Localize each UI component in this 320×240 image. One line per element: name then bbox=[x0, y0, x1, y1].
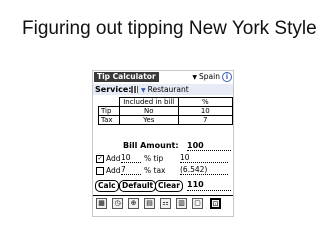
add-tax-row: Add 7 % tax (6.542) bbox=[96, 165, 233, 176]
tax-unit-label: % tax bbox=[144, 166, 166, 175]
tip-unit-label: % tip bbox=[144, 154, 164, 163]
add-tip-row: ✓ Add 10 % tip 10 bbox=[96, 153, 233, 164]
row-label: Tax bbox=[98, 115, 120, 125]
tax-amount-value: (6.542) bbox=[180, 166, 228, 175]
total-value: 110 bbox=[187, 180, 231, 191]
default-button[interactable]: Default bbox=[119, 180, 157, 192]
service-icon bbox=[131, 86, 138, 93]
info-icon[interactable]: i bbox=[222, 72, 232, 82]
add-tip-checkbox[interactable]: ✓ bbox=[96, 155, 104, 163]
globe-icon[interactable]: ⊕ bbox=[128, 198, 139, 209]
button-row: Calc Default Clear 110 bbox=[95, 180, 233, 192]
service-row: Service: ▼ Restaurant bbox=[93, 84, 233, 95]
header-included: Included in bill bbox=[118, 97, 179, 107]
app-title: Tip Calculator bbox=[94, 72, 159, 82]
bill-amount-label: Bill Amount: bbox=[123, 141, 179, 150]
header-percent: % bbox=[177, 97, 234, 107]
country-selector[interactable]: ▼ Spain bbox=[192, 72, 220, 82]
tip-percent-field[interactable]: 10 bbox=[121, 154, 141, 163]
tip-percent-cell[interactable]: 10 bbox=[177, 106, 234, 116]
slide-title: Figuring out tipping New York Style bbox=[22, 18, 317, 39]
dropdown-arrow-icon: ▼ bbox=[192, 74, 198, 81]
tip-amount-value: 10 bbox=[180, 154, 228, 163]
add-tax-checkbox[interactable] bbox=[96, 167, 104, 175]
clear-button[interactable]: Clear bbox=[155, 180, 183, 192]
tax-percent-field[interactable]: 7 bbox=[121, 166, 141, 175]
table-row-tip: Tip No 10 bbox=[98, 106, 234, 116]
tax-icon[interactable]: ▤ bbox=[144, 198, 155, 209]
service-selector[interactable]: ▼ Restaurant bbox=[141, 84, 189, 96]
bills-icon[interactable]: ▥ bbox=[176, 198, 187, 209]
tip-tax-table: Included in bill % Tip No 10 Tax Yes 7 bbox=[98, 97, 234, 125]
calc-button[interactable]: Calc bbox=[95, 180, 119, 192]
tax-included-cell[interactable]: Yes bbox=[118, 115, 179, 125]
tip-calculator-app: Tip Calculator ▼ Spain i Service: ▼ Restau… bbox=[92, 70, 234, 217]
dropdown-arrow-icon: ▼ bbox=[141, 87, 146, 94]
bottom-toolbar: ▦ ◷ ⊕ ▤ ⚏ ▥ ▢ ⊡ bbox=[93, 195, 233, 211]
row-label: Tip bbox=[98, 106, 120, 116]
table-header-row: Included in bill % bbox=[99, 97, 234, 107]
country-value: Spain bbox=[199, 72, 220, 81]
bill-amount-row: Bill Amount: 100 bbox=[93, 140, 233, 151]
add-label: Add bbox=[106, 166, 121, 175]
app-titlebar: Tip Calculator ▼ Spain i bbox=[93, 71, 233, 83]
table-row-tax: Tax Yes 7 bbox=[98, 115, 234, 125]
service-value: Restaurant bbox=[147, 85, 189, 94]
notes-icon[interactable]: ▢ bbox=[192, 198, 203, 209]
clock-icon[interactable]: ◷ bbox=[112, 198, 123, 209]
calculator-icon[interactable]: ▦ bbox=[96, 198, 107, 209]
tip-included-cell[interactable]: No bbox=[118, 106, 179, 116]
service-label: Service: bbox=[95, 85, 132, 94]
tip-icon[interactable]: ⊡ bbox=[210, 198, 221, 209]
add-label: Add bbox=[106, 154, 121, 163]
tax-percent-cell[interactable]: 7 bbox=[177, 115, 234, 125]
bill-amount-field[interactable]: 100 bbox=[187, 141, 231, 151]
split-icon[interactable]: ⚏ bbox=[160, 198, 171, 209]
table-corner bbox=[99, 98, 120, 107]
